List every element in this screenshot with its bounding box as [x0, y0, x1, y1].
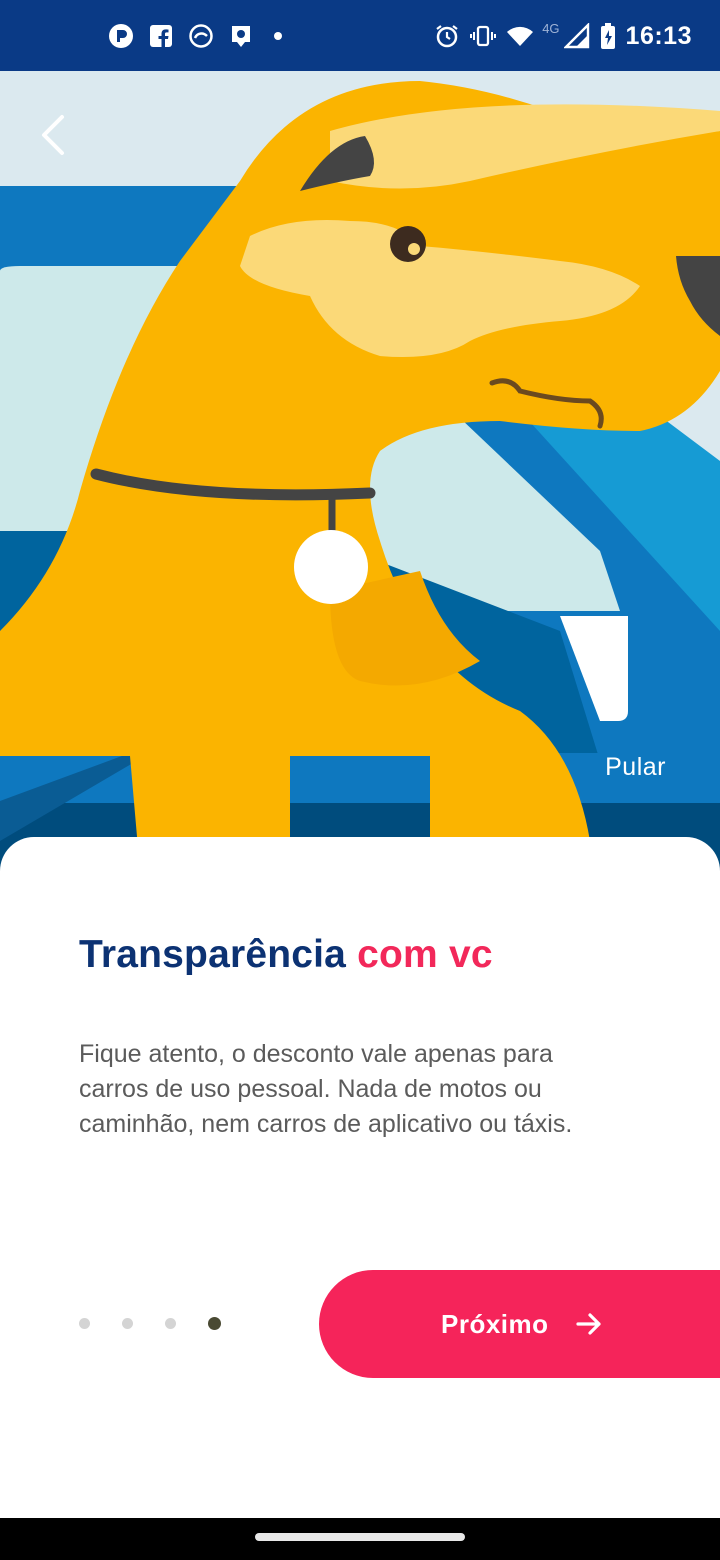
- title-accent: com vc: [357, 933, 493, 976]
- content-sheet: Transparência com vc Fique atento, o des…: [0, 837, 720, 1518]
- sync-icon: [188, 23, 214, 49]
- chevron-left-icon: [42, 115, 64, 155]
- status-notification-icons: [108, 20, 282, 52]
- vibrate-icon: [470, 23, 497, 49]
- location-pin-icon: [228, 23, 254, 49]
- pagination-dot: [165, 1318, 176, 1329]
- page-title: Transparência com vc: [79, 933, 493, 977]
- description-text: Fique atento, o desconto vale apenas par…: [79, 1040, 573, 1138]
- hero-illustration: Pular: [0, 71, 720, 871]
- network-type-label: 4G: [542, 20, 560, 36]
- wifi-icon: [506, 23, 534, 49]
- skip-link[interactable]: Pular: [605, 753, 666, 782]
- system-nav-bar: [0, 1518, 720, 1560]
- alarm-icon: [434, 23, 460, 49]
- next-button[interactable]: Próximo: [319, 1270, 720, 1378]
- collar-tag: [294, 530, 368, 604]
- battery-charging-icon: [600, 23, 616, 49]
- next-button-label: Próximo: [441, 1308, 549, 1339]
- facebook-icon: [148, 23, 174, 49]
- app-notification-icon: [108, 23, 134, 49]
- signal-icon: [562, 22, 590, 49]
- dot-icon: [274, 32, 282, 40]
- pagination-dot: [122, 1318, 133, 1329]
- dog-in-car-illustration: [0, 71, 720, 871]
- status-system-icons: 4G 16:13: [434, 20, 692, 52]
- pagination-dots: [79, 1317, 221, 1330]
- status-clock: 16:13: [625, 21, 692, 50]
- pagination-dot-active: [208, 1317, 221, 1330]
- status-bar: 4G 16:13: [0, 0, 720, 71]
- arrow-right-icon: [575, 1311, 603, 1337]
- back-button[interactable]: [38, 113, 86, 161]
- home-gesture-handle[interactable]: [255, 1533, 465, 1541]
- dog-eye: [390, 226, 426, 262]
- pagination-dot: [79, 1318, 90, 1329]
- title-main: Transparência: [79, 933, 347, 976]
